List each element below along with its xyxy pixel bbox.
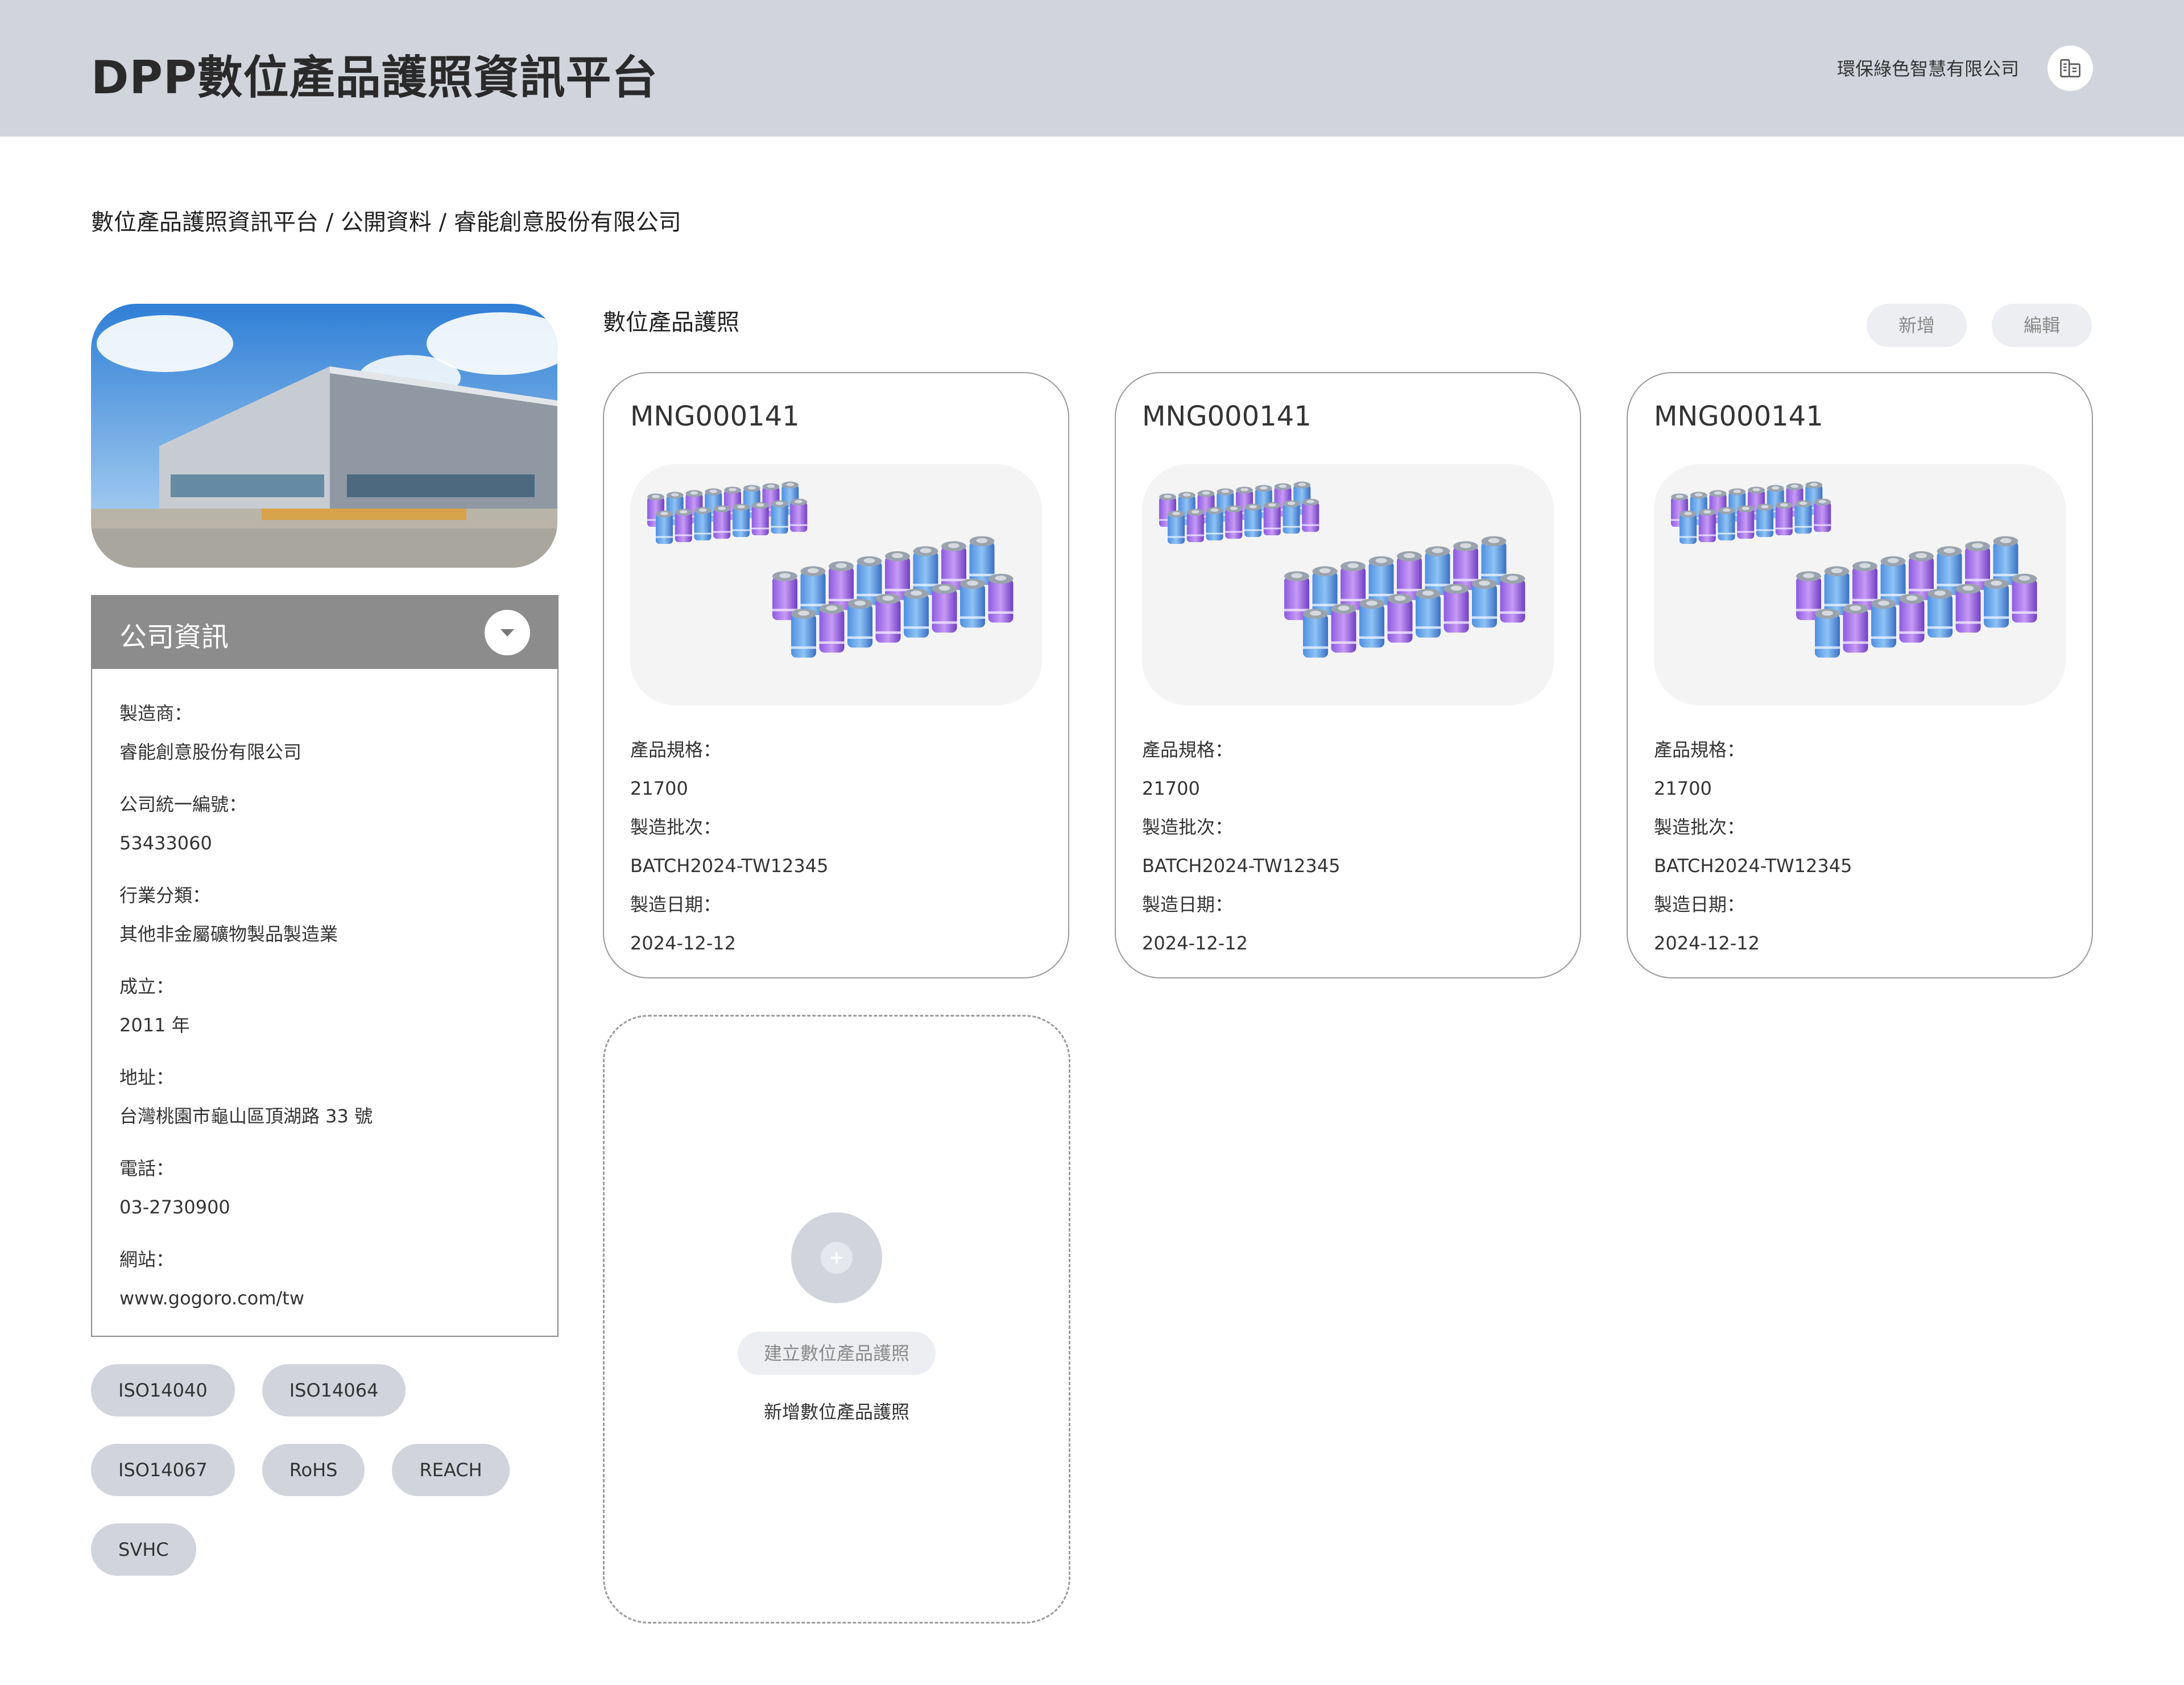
spec-value: 21700 <box>1142 778 1200 799</box>
date-value: 2024-12-12 <box>630 932 736 954</box>
batch-value: BATCH2024-TW12345 <box>1142 855 1341 877</box>
address-value: 台灣桃園市龜山區頂湖路 33 號 <box>119 1105 373 1127</box>
date-value: 2024-12-12 <box>1142 932 1248 954</box>
spec-value: 21700 <box>630 778 688 799</box>
company-info-title: 公司資訊 <box>119 621 229 653</box>
spec-value: 21700 <box>1654 778 1712 799</box>
tag-iso14040[interactable]: ISO14040 <box>91 1364 235 1416</box>
edit-button[interactable]: 編輯 <box>1992 304 2092 347</box>
tax-id-label: 公司統一編號： <box>119 794 247 815</box>
passport-card[interactable]: MNG000141 產品規格： 21700 製造批次： BATCH2024-TW… <box>1627 372 2093 978</box>
date-value: 2024-12-12 <box>1654 932 1760 954</box>
battery-product-image <box>1654 464 2066 705</box>
tag-reach[interactable]: REACH <box>392 1444 510 1496</box>
passport-card[interactable]: MNG000141 產品規格： 21700 製造批次： BATCH2024-TW… <box>603 372 1069 978</box>
phone-value: 03-2730900 <box>119 1196 230 1218</box>
founded-label: 成立： <box>119 976 175 997</box>
tax-id-value: 53433060 <box>119 832 212 854</box>
batch-value: BATCH2024-TW12345 <box>1654 855 1852 877</box>
date-label: 製造日期： <box>1142 894 1234 915</box>
batch-label: 製造批次： <box>1142 816 1234 838</box>
company-info-body: 製造商： 睿能創意股份有限公司 公司統一編號： 53433060 行業分類： 其… <box>92 669 557 1331</box>
battery-product-image <box>1142 464 1554 705</box>
passport-section-title: 數位產品護照 <box>603 309 739 336</box>
company-factory-photo <box>91 304 557 568</box>
spec-label: 產品規格： <box>1654 739 1745 761</box>
create-passport-label: 新增數位產品護照 <box>763 1401 909 1423</box>
plus-icon <box>821 1242 853 1274</box>
phone-label: 電話： <box>119 1158 175 1179</box>
passport-card[interactable]: MNG000141 產品規格： 21700 製造批次： BATCH2024-TW… <box>1115 372 1581 978</box>
founded-value: 2011 年 <box>119 1014 190 1036</box>
chevron-down-icon <box>500 629 514 637</box>
add-button[interactable]: 新增 <box>1867 304 1967 347</box>
batch-label: 製造批次： <box>1654 816 1745 838</box>
industry-label: 行業分類： <box>119 885 211 906</box>
building-icon <box>2060 59 2080 77</box>
industry-value: 其他非金屬礦物製品製造業 <box>119 923 338 945</box>
company-info-panel: 公司資訊 製造商： 睿能創意股份有限公司 公司統一編號： 53433060 行業… <box>91 595 559 1337</box>
batch-value: BATCH2024-TW12345 <box>630 855 829 877</box>
passport-code: MNG000141 <box>630 400 800 432</box>
passport-code: MNG000141 <box>1142 400 1312 432</box>
website-label: 網站： <box>119 1249 175 1270</box>
app-title: DPP數位產品護照資訊平台 <box>91 51 658 104</box>
manufacturer-label: 製造商： <box>119 703 193 724</box>
website-link[interactable]: www.gogoro.com/tw <box>119 1279 530 1331</box>
current-company-name[interactable]: 環保綠色智慧有限公司 <box>1837 55 2019 81</box>
address-label: 地址： <box>119 1067 175 1088</box>
tag-svhc[interactable]: SVHC <box>91 1523 196 1576</box>
create-passport-button[interactable]: 建立數位產品護照 <box>738 1332 936 1375</box>
tag-iso14064[interactable]: ISO14064 <box>262 1364 406 1416</box>
create-passport-card[interactable]: 建立數位產品護照 新增數位產品護照 <box>603 1015 1070 1624</box>
spec-label: 產品規格： <box>1142 739 1234 761</box>
batch-label: 製造批次： <box>630 816 722 838</box>
tag-rohs[interactable]: RoHS <box>262 1444 365 1496</box>
company-avatar-button[interactable] <box>2048 46 2093 91</box>
certification-tags: ISO14040 ISO14064 ISO14067 RoHS REACH SV… <box>91 1364 569 1576</box>
date-label: 製造日期： <box>630 894 722 915</box>
manufacturer-value: 睿能創意股份有限公司 <box>119 741 302 763</box>
breadcrumb[interactable]: 數位產品護照資訊平台 / 公開資料 / 睿能創意股份有限公司 <box>91 204 681 237</box>
company-info-header[interactable]: 公司資訊 <box>92 596 557 669</box>
tag-iso14067[interactable]: ISO14067 <box>91 1444 235 1496</box>
create-passport-plus-button[interactable] <box>791 1212 882 1303</box>
top-header: DPP數位產品護照資訊平台 環保綠色智慧有限公司 <box>0 0 2184 137</box>
collapse-toggle-button[interactable] <box>485 610 530 655</box>
spec-label: 產品規格： <box>630 739 722 761</box>
passport-code: MNG000141 <box>1654 400 1823 432</box>
date-label: 製造日期： <box>1654 894 1745 915</box>
battery-product-image <box>630 464 1042 705</box>
